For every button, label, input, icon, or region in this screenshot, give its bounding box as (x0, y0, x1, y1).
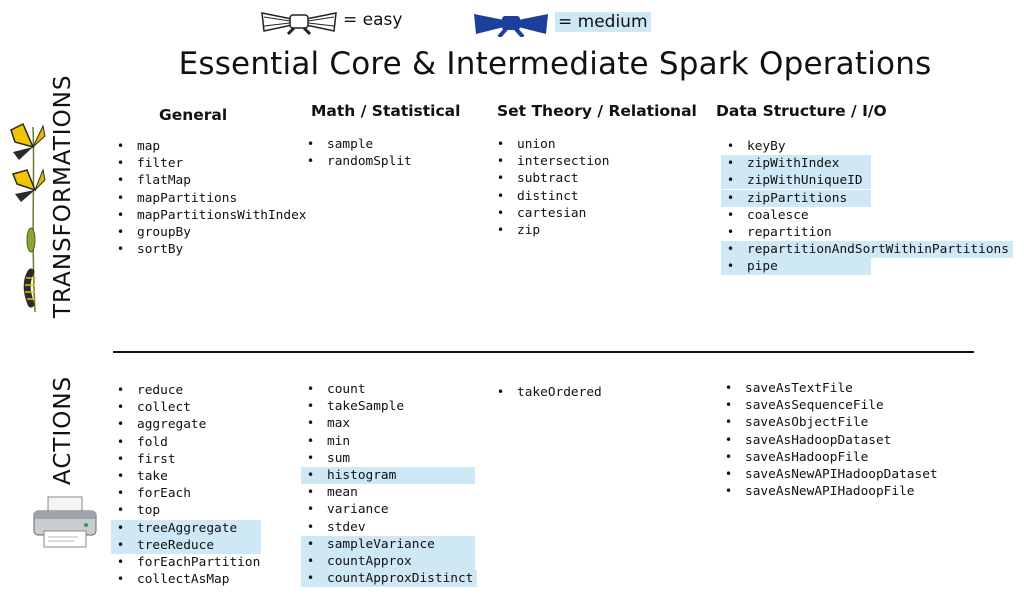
operation-item: forEach (115, 485, 260, 502)
medium-belt-icon (474, 14, 548, 37)
printer-icon (33, 496, 97, 548)
actions-label: ACTIONS (50, 375, 76, 485)
operation-item: saveAsObjectFile (723, 414, 938, 431)
operation-item: repartition (725, 224, 1009, 241)
operation-item: mapPartitionsWithIndex (115, 207, 307, 224)
operation-item: forEachPartition (115, 554, 260, 571)
operation-item: distinct (495, 188, 609, 205)
column-header-data: Data Structure / I/O (716, 102, 887, 120)
actions-data-list: saveAsTextFilesaveAsSequenceFilesaveAsOb… (723, 380, 938, 501)
operation-item: variance (305, 501, 473, 518)
operation-item: pipe (725, 258, 1009, 275)
operation-item: collectAsMap (115, 571, 260, 588)
operation-item: mean (305, 484, 473, 501)
operation-item: flatMap (115, 172, 307, 189)
operation-item: zipPartitions (725, 190, 1009, 207)
operation-item: countApproxDistinct (305, 570, 473, 587)
operation-item: treeAggregate (115, 520, 260, 537)
operation-item: first (115, 451, 260, 468)
operation-item: zip (495, 222, 609, 239)
operation-item: sample (305, 136, 412, 153)
operation-item: max (305, 415, 473, 432)
medium-legend-label: = medium (555, 12, 651, 32)
operation-item: takeOrdered (495, 384, 602, 401)
transformations-label: TRANSFORMATIONS (50, 74, 76, 318)
operation-item: zipWithIndex (725, 155, 1009, 172)
operation-item: saveAsSequenceFile (723, 397, 938, 414)
operation-item: union (495, 136, 609, 153)
page-title: Essential Core & Intermediate Spark Oper… (178, 46, 932, 82)
operation-item: saveAsNewAPIHadoopDataset (723, 466, 938, 483)
actions-set-list: takeOrdered (495, 384, 602, 401)
operation-item: take (115, 468, 260, 485)
operation-item: sampleVariance (305, 536, 473, 553)
column-header-general: General (159, 106, 228, 124)
transformations-set-list: unionintersectionsubtractdistinctcartesi… (495, 136, 609, 239)
operation-item: count (305, 381, 473, 398)
operation-item: saveAsHadoopDataset (723, 432, 938, 449)
section-divider (113, 351, 974, 353)
operation-item: countApprox (305, 553, 473, 570)
operation-item: mapPartitions (115, 190, 307, 207)
operation-item: histogram (305, 467, 473, 484)
operation-item: min (305, 433, 473, 450)
operation-item: cartesian (495, 205, 609, 222)
operation-item: subtract (495, 170, 609, 187)
transformations-data-list: keyByzipWithIndexzipWithUniqueIDzipParti… (725, 138, 1009, 276)
transformations-math-list: samplerandomSplit (305, 136, 412, 171)
operation-item: sum (305, 450, 473, 467)
operation-item: map (115, 138, 307, 155)
operation-item: treeReduce (115, 537, 260, 554)
operation-item: coalesce (725, 207, 1009, 224)
actions-math-list: counttakeSamplemaxminsumhistogrammeanvar… (305, 381, 473, 587)
operation-item: saveAsNewAPIHadoopFile (723, 483, 938, 500)
operation-item: filter (115, 155, 307, 172)
operation-item: repartitionAndSortWithinPartitions (725, 241, 1009, 258)
operation-item: stdev (305, 519, 473, 536)
operation-item: saveAsHadoopFile (723, 449, 938, 466)
easy-legend-label: = easy (343, 10, 403, 30)
operation-item: keyBy (725, 138, 1009, 155)
column-header-set: Set Theory / Relational (497, 102, 697, 120)
operation-item: takeSample (305, 398, 473, 415)
actions-general-list: reducecollectaggregatefoldfirsttakeforEa… (115, 382, 260, 588)
operation-item: saveAsTextFile (723, 380, 938, 397)
operation-item: collect (115, 399, 260, 416)
operation-item: intersection (495, 153, 609, 170)
transformations-general-list: mapfilterflatMapmapPartitionsmapPartitio… (115, 138, 307, 259)
operation-item: randomSplit (305, 153, 412, 170)
operation-item: fold (115, 434, 260, 451)
operation-item: sortBy (115, 241, 307, 258)
butterfly-lifecycle-icon (10, 122, 46, 313)
easy-belt-icon (261, 12, 337, 35)
column-header-math: Math / Statistical (311, 102, 461, 120)
operation-item: top (115, 502, 260, 519)
operation-item: reduce (115, 382, 260, 399)
operation-item: zipWithUniqueID (725, 172, 1009, 189)
operation-item: aggregate (115, 416, 260, 433)
operation-item: groupBy (115, 224, 307, 241)
